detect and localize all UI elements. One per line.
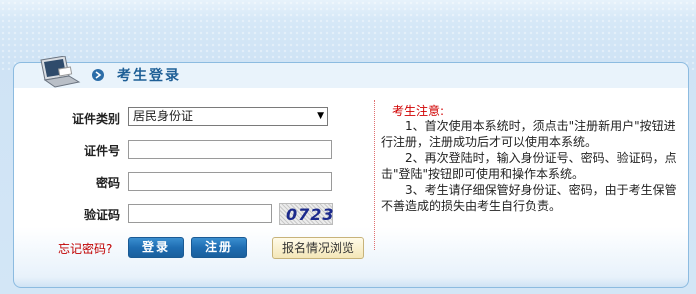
browse-button[interactable]: 报名情况浏览: [272, 237, 364, 259]
notice-title: 考生注意:: [392, 104, 445, 118]
captcha-text: 0723: [286, 205, 335, 224]
password-label: 密码: [95, 176, 120, 190]
captcha-image[interactable]: 0723: [279, 203, 335, 225]
register-button[interactable]: 注册: [191, 237, 247, 258]
id-type-label: 证件类别: [71, 112, 120, 126]
panel-header: [13, 62, 689, 88]
id-type-select[interactable]: 居民身份证 ▼: [128, 107, 328, 126]
password-input[interactable]: [128, 172, 332, 191]
background-pattern: [0, 0, 696, 70]
laptop-icon: [35, 55, 81, 88]
notice-item: 2、再次登陆时，输入身份证号、密码、验证码，点击"登陆"按钮即可使用和操作本系统…: [381, 151, 677, 181]
id-number-input[interactable]: [128, 140, 332, 159]
captcha-input[interactable]: [128, 204, 272, 223]
page-title: 考生登录: [117, 68, 181, 84]
id-type-value: 居民身份证: [133, 109, 194, 123]
notice-body: 1、首次使用本系统时，须点击"注册新用户"按钮进行注册，注册成功后才可以使用本系…: [381, 118, 679, 214]
forgot-password-link[interactable]: 忘记密码?: [58, 240, 112, 257]
arrow-right-icon: [92, 69, 104, 81]
chevron-down-icon: ▼: [317, 111, 324, 121]
login-button[interactable]: 登录: [128, 237, 184, 258]
notice-item: 1、首次使用本系统时，须点击"注册新用户"按钮进行注册，注册成功后才可以使用本系…: [381, 119, 676, 149]
id-number-label: 证件号: [83, 144, 120, 158]
captcha-label: 验证码: [83, 208, 120, 222]
notice-item: 3、考生请仔细保管好身份证、密码，由于考生保管不善造成的损失由考生自行负责。: [381, 183, 677, 213]
